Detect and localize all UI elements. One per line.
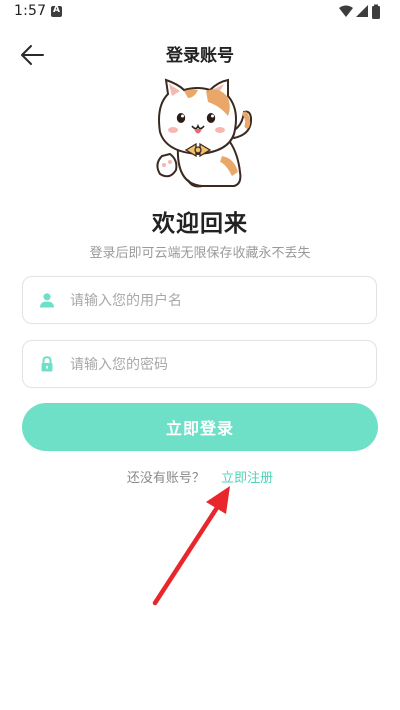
signal-icon <box>356 5 368 17</box>
status-time: 1:57 <box>14 3 47 19</box>
welcome-subtitle: 登录后即可云端无限保存收藏永不丢失 <box>89 246 311 261</box>
cat-mascot-icon <box>156 78 253 188</box>
login-screen: 1:57 A 登录账号 欢迎回来 登录后即可云端无限保存收藏永不丢失 请输入您的… <box>0 0 400 710</box>
page-title: 登录账号 <box>166 46 234 66</box>
register-link[interactable]: 立即注册 <box>221 471 273 486</box>
username-field[interactable] <box>22 276 377 325</box>
status-bar: 1:57 A <box>0 0 400 24</box>
login-button[interactable]: 立即登录 <box>22 403 378 451</box>
register-row: 还没有账号？ 立即注册 <box>0 467 400 486</box>
welcome-heading: 欢迎回来 <box>152 211 248 237</box>
register-question: 还没有账号？ <box>126 471 205 486</box>
lock-icon <box>41 356 53 372</box>
wifi-icon <box>339 5 353 17</box>
user-icon <box>40 293 54 308</box>
battery-icon <box>372 4 380 19</box>
password-field[interactable] <box>22 340 377 389</box>
a-square-icon: A <box>51 5 62 17</box>
password-input[interactable] <box>68 341 362 389</box>
username-input[interactable] <box>68 277 362 325</box>
status-icons <box>338 4 386 20</box>
